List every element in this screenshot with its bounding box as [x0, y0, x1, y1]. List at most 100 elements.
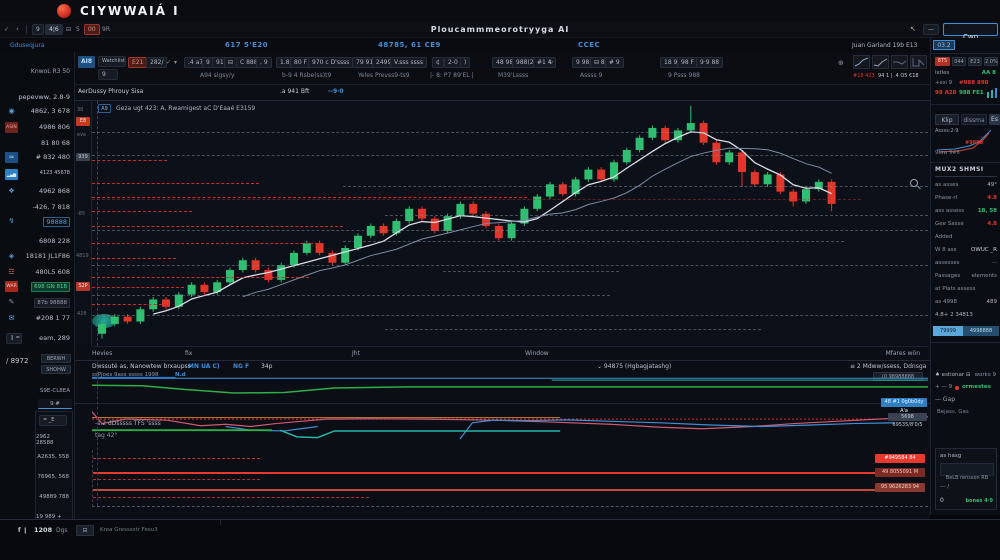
sidebar-tab[interactable]: 9 #: [38, 399, 72, 409]
orders-header-right[interactable]: works 9: [975, 372, 996, 378]
status-label: Dgs: [56, 527, 68, 534]
order-confirm-text[interactable]: bones 4·9: [965, 498, 993, 504]
shohw-button[interactable]: SHOHW: [41, 365, 71, 374]
ind3-level-line: [93, 497, 369, 498]
watchlist-item[interactable]: ☲480L5 608: [4, 267, 72, 280]
ind1-right-label[interactable]: ≡ 2 Mdww/ssess, Ddnsga: [850, 363, 926, 370]
subpanel-head[interactable]: = _E: [39, 415, 67, 426]
toolbar-g6-caption: |- 8: P7 89'EL |: [430, 72, 474, 79]
right-panel-badge[interactable]: 03.2: [933, 40, 955, 50]
tab-klip[interactable]: Klip: [935, 114, 959, 125]
price-level-line: [92, 211, 192, 212]
watchlist-item[interactable]: ASIN4986 806: [4, 122, 72, 135]
price-alert-badge: E8: [76, 117, 90, 126]
berwh-button[interactable]: BERWH: [41, 354, 71, 363]
watchlist-item[interactable]: 81 80 68: [4, 138, 72, 151]
plus-circle-icon[interactable]: ⊕: [838, 59, 844, 67]
price-level-line: [92, 258, 176, 259]
depth-bars: [987, 88, 999, 98]
watchlist-item[interactable]: ▂▄▆4123 45678: [4, 169, 72, 182]
quote-row-green: AA 8: [982, 70, 996, 76]
chart-legend: Geza ugt 423: A, Rwamigest aC D'Eaaé E31…: [116, 105, 255, 112]
chevron-down-icon[interactable]: ▾: [174, 59, 177, 66]
quote-row-label: Istles: [935, 70, 949, 76]
toolbar-282-button[interactable]: 282/: [146, 57, 167, 68]
chart-plot[interactable]: A9 Geza ugt 423: A, Rwamigest aC D'Eaaé …: [92, 101, 928, 346]
watchlist-item[interactable]: WAR698 GN 818: [4, 281, 72, 294]
separator: [75, 403, 930, 404]
price-level-line: [92, 287, 184, 288]
sidebar-tag-box[interactable]: ❙ =: [6, 333, 22, 344]
legend-ai-chip: A9: [98, 104, 111, 113]
price-rail: 38 eve E8 939 -85 4819 S2P 428: [75, 101, 92, 346]
watchlist-box[interactable]: Watchlist ——: [98, 56, 126, 67]
orders-controls[interactable]: + — 9: [935, 384, 952, 390]
quote-row-label: +ssi 9: [935, 80, 952, 86]
chart-thumbnail-1[interactable]: [853, 55, 870, 69]
toolbar-g4-caption: b-9 4 Rsbe(ss)t9: [282, 72, 331, 79]
price-tick: 4819: [76, 253, 89, 259]
chart-thumbnail-4[interactable]: [910, 55, 927, 69]
toolbar-g3-6[interactable]: , 9: [256, 57, 272, 68]
watchlist-item[interactable]: ❖4962 868: [4, 186, 72, 199]
toolbar-g5-3[interactable]: V.sss ssss: [390, 57, 427, 68]
watchlist-item[interactable]: ≈# 832 480: [4, 152, 72, 165]
gap-label[interactable]: — Gap: [935, 396, 955, 403]
minimize-button[interactable]: —: [923, 24, 939, 35]
pct-pill-3[interactable]: 2.0%: [984, 57, 998, 66]
cwp-button[interactable]: Cwp: [943, 23, 998, 36]
ind1-mid-label[interactable]: ⌄ 94875 (Hgbagjatashg): [597, 363, 671, 370]
watchlist-item[interactable]: ✉#208 1 77: [4, 313, 72, 326]
toolbar-g9-3[interactable]: # 9: [605, 57, 624, 68]
orders-header[interactable]: ♠ estionar ⊟: [935, 372, 970, 378]
ind1-svg: [92, 374, 928, 402]
sell-pill[interactable]: 8T5: [935, 57, 950, 66]
ind1-title[interactable]: Dwssuté as, Nanowtew brxaupss: [92, 363, 191, 370]
ind3-plot[interactable]: [92, 450, 928, 507]
ai-badge[interactable]: AI8: [78, 56, 95, 68]
watchlist-item[interactable]: ✎87b 98888: [4, 297, 72, 310]
ind2-legend-2: tag 42°: [95, 432, 117, 439]
chart-thumbnail-3[interactable]: [891, 55, 908, 69]
watchlist-item[interactable]: ◈18181 JL1F86: [4, 251, 72, 264]
watchlist-item[interactable]: ◉4862, 3 678: [4, 106, 72, 119]
user-icon: ◉: [5, 106, 18, 117]
exposure-progress-bar[interactable]: 79999 4998888: [933, 326, 999, 336]
tab-dissma[interactable]: dissma: [961, 114, 987, 125]
order-qty[interactable]: 0: [940, 497, 944, 504]
toolbar-g10-3[interactable]: 9·9 88: [696, 57, 723, 68]
subpanel-value[interactable]: A2635, 558: [37, 454, 69, 460]
watchlist-item[interactable]: 6808 228: [4, 236, 72, 249]
toolbar-g6-1[interactable]: ¢: [432, 57, 444, 68]
chart-thumbnail-2[interactable]: [872, 55, 889, 69]
watchlist-item[interactable]: ↯98888: [4, 216, 72, 229]
main-toolbar: AI8 Watchlist —— 9 E21 282/ ✓ ▾ .4 a7 9 …: [0, 52, 1000, 85]
toolbar-g10-2[interactable]: 98 F: [677, 57, 698, 68]
status-badge[interactable]: ⊟: [76, 525, 94, 536]
ind1-value-1: MN UA C): [188, 363, 220, 370]
pct-pill-2[interactable]: E23: [968, 57, 982, 66]
pct-pill-1[interactable]: 044: [952, 57, 966, 66]
watchlist-item[interactable]: -426, 7 818: [4, 202, 72, 215]
toolbar-e21-button[interactable]: E21: [128, 57, 147, 68]
subpanel-value[interactable]: 76965, 568: [38, 474, 70, 480]
watchlist-item[interactable]: pepevww, 2.8-9: [4, 92, 72, 105]
tab-es[interactable]: Es: [989, 114, 1000, 125]
toolbar-g4-3[interactable]: 970 c D'ssss: [308, 57, 353, 68]
subpanel-value[interactable]: 49889 788: [39, 494, 69, 500]
ind1-value-3: 34p: [261, 363, 272, 370]
status-dot: [955, 386, 959, 390]
subpanel-value[interactable]: 2962 28588: [36, 434, 69, 446]
watchlist-box-2[interactable]: 9: [98, 69, 118, 80]
menu-bar: ✓ ‹ 9 4¦6 ⊟ 5 00 9R Ploucammmeorotryyga …: [0, 22, 1000, 38]
warning-badge-icon: WAR: [5, 281, 18, 292]
ind1-value-2: NG F: [233, 363, 249, 370]
toolbar-g6-3[interactable]: ): [460, 57, 470, 68]
ind3-level-line: [93, 489, 875, 491]
candlestick-chart[interactable]: 38 eve E8 939 -85 4819 S2P 428 A9 Geza u…: [75, 100, 930, 345]
user-label: Juan Garland 19b E13: [852, 42, 917, 49]
asin-badge-icon: ASIN: [5, 122, 18, 133]
refresh-icon[interactable]: ↻: [548, 59, 553, 66]
check-icon[interactable]: ✓: [166, 59, 171, 66]
order-input[interactable]: BeLB rensson RB: [940, 463, 994, 476]
